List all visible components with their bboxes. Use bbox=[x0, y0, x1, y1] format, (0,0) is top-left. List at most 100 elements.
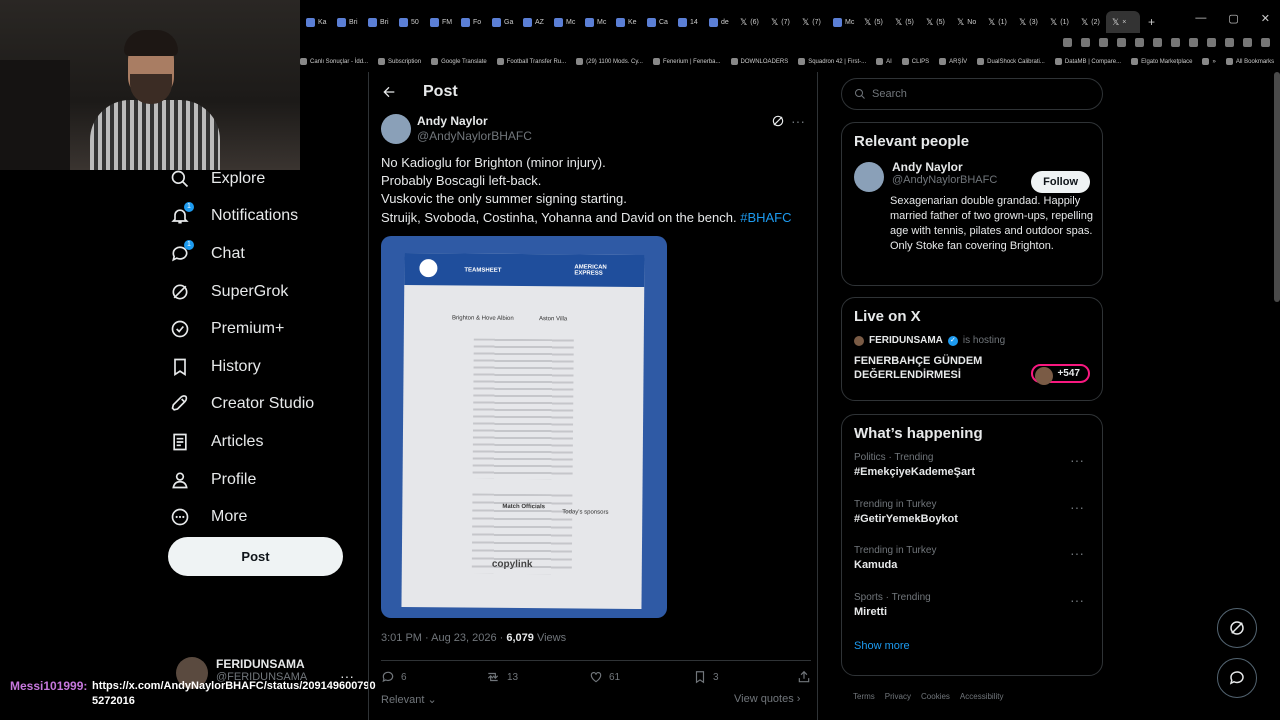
footer-link[interactable]: Privacy bbox=[885, 692, 911, 701]
extension-icon[interactable] bbox=[1243, 38, 1252, 47]
follow-button[interactable]: Follow bbox=[1031, 171, 1090, 193]
more-options-icon[interactable]: ··· bbox=[1070, 592, 1084, 608]
author-avatar[interactable] bbox=[381, 114, 411, 144]
nav-item-chat[interactable]: 1 Chat bbox=[168, 235, 358, 273]
extension-icon[interactable] bbox=[1261, 38, 1270, 47]
bookmark-button[interactable]: 3 bbox=[693, 670, 797, 684]
bookmark-item[interactable]: All Bookmarks bbox=[1226, 58, 1274, 66]
extension-icon[interactable] bbox=[1063, 38, 1072, 47]
author-handle[interactable]: @AndyNaylorBHAFC bbox=[417, 129, 532, 143]
grok-icon[interactable] bbox=[771, 114, 785, 131]
browser-tab[interactable]: Mc bbox=[579, 11, 608, 33]
search-input[interactable]: Search bbox=[841, 78, 1103, 110]
scrollbar[interactable] bbox=[1274, 72, 1280, 302]
browser-tab[interactable]: AZ bbox=[517, 11, 546, 33]
extension-icon[interactable] bbox=[1153, 38, 1162, 47]
show-more-link[interactable]: Show more bbox=[854, 640, 1090, 652]
extension-icon[interactable] bbox=[1135, 38, 1144, 47]
nav-item-articles[interactable]: Articles bbox=[168, 423, 358, 461]
browser-tab[interactable]: Ka bbox=[300, 11, 329, 33]
browser-tab[interactable]: 𝕏 (5) bbox=[920, 11, 949, 33]
browser-tab[interactable]: Bri bbox=[362, 11, 391, 33]
nav-item-profile[interactable]: Profile bbox=[168, 461, 358, 499]
bookmark-item[interactable]: Squadron 42 | First-... bbox=[798, 58, 866, 66]
bookmark-item[interactable]: AI bbox=[876, 58, 892, 66]
browser-tab[interactable]: 𝕏 (2) bbox=[1075, 11, 1104, 33]
view-quotes-link[interactable]: View quotes › bbox=[734, 693, 800, 705]
nav-item-history[interactable]: History bbox=[168, 348, 358, 386]
more-options-icon[interactable]: ··· bbox=[791, 113, 805, 129]
post-button[interactable]: Post bbox=[168, 537, 343, 576]
browser-tab[interactable]: 50 bbox=[393, 11, 422, 33]
share-button[interactable] bbox=[797, 670, 811, 684]
nav-item-creator-studio[interactable]: Creator Studio bbox=[168, 386, 358, 424]
browser-tab-active[interactable]: 𝕏 × bbox=[1106, 11, 1140, 33]
author-name[interactable]: Andy Naylor bbox=[417, 114, 488, 128]
extension-icon[interactable] bbox=[1099, 38, 1108, 47]
close-window-icon[interactable]: ✕ bbox=[1261, 12, 1270, 25]
more-options-icon[interactable]: ··· bbox=[1070, 499, 1084, 515]
extension-icon[interactable] bbox=[1117, 38, 1126, 47]
footer-link[interactable]: Terms bbox=[853, 692, 875, 701]
extension-icon[interactable] bbox=[1189, 38, 1198, 47]
more-options-icon[interactable]: ··· bbox=[1070, 545, 1084, 561]
post-image[interactable]: TEAMSHEET AMERICAN EXPRESS Brighton & Ho… bbox=[381, 236, 667, 618]
extension-icon[interactable] bbox=[1081, 38, 1090, 47]
nav-item-supergrok[interactable]: SuperGrok bbox=[168, 273, 358, 311]
trend-item[interactable]: Sports · Trending Miretti ··· bbox=[854, 592, 1090, 639]
browser-tab[interactable]: Mc bbox=[827, 11, 856, 33]
browser-tab[interactable]: 𝕏 (5) bbox=[858, 11, 887, 33]
bookmark-item[interactable]: Football Transfer Ru... bbox=[497, 58, 566, 66]
nav-item-explore[interactable]: Explore bbox=[168, 160, 358, 198]
bookmark-item[interactable]: ARŞİV bbox=[939, 58, 967, 66]
trend-item[interactable]: Trending in Turkey Kamuda ··· bbox=[854, 545, 1090, 592]
footer-link[interactable]: Cookies bbox=[921, 692, 950, 701]
bookmark-item[interactable]: DOWNLOADERS bbox=[731, 58, 789, 66]
browser-tab[interactable]: 𝕏 No bbox=[951, 11, 980, 33]
browser-tab[interactable]: 𝕏 (6) bbox=[734, 11, 763, 33]
like-button[interactable]: 61 bbox=[589, 670, 693, 684]
trend-item[interactable]: Trending in Turkey #GetirYemekBoykot ··· bbox=[854, 499, 1090, 546]
extension-icon[interactable] bbox=[1207, 38, 1216, 47]
maximize-icon[interactable]: ▢ bbox=[1228, 12, 1238, 25]
grok-fab-button[interactable] bbox=[1217, 608, 1257, 648]
bookmark-item[interactable]: Google Translate bbox=[431, 58, 487, 66]
bookmark-item[interactable]: DualShock Calibrati... bbox=[977, 58, 1045, 66]
extension-icon[interactable] bbox=[1225, 38, 1234, 47]
browser-tab[interactable]: Ga bbox=[486, 11, 515, 33]
repost-button[interactable]: 13 bbox=[485, 670, 589, 684]
browser-tab[interactable]: Mc bbox=[548, 11, 577, 33]
bookmark-item[interactable]: » bbox=[1202, 58, 1215, 66]
browser-tab[interactable]: de bbox=[703, 11, 732, 33]
live-on-x-card[interactable]: Live on X FERIDUNSAMA ✓ is hosting FENER… bbox=[841, 297, 1103, 401]
more-options-icon[interactable]: ··· bbox=[1070, 452, 1084, 468]
hashtag-link[interactable]: #BHAFC bbox=[740, 210, 791, 225]
browser-tab[interactable]: 𝕏 (1) bbox=[982, 11, 1011, 33]
browser-tab[interactable]: 𝕏 (5) bbox=[889, 11, 918, 33]
nav-item-premium[interactable]: Premium+ bbox=[168, 310, 358, 348]
bookmark-item[interactable]: Fenerium | Fenerba... bbox=[653, 58, 721, 66]
reply-button[interactable]: 6 bbox=[381, 670, 485, 684]
browser-tab[interactable]: 𝕏 (1) bbox=[1044, 11, 1073, 33]
browser-tab[interactable]: Fo bbox=[455, 11, 484, 33]
nav-item-more[interactable]: More bbox=[168, 498, 358, 536]
browser-tab[interactable]: Ca bbox=[641, 11, 670, 33]
footer-link[interactable]: Accessibility bbox=[960, 692, 1004, 701]
browser-tab[interactable]: FM bbox=[424, 11, 453, 33]
minimize-icon[interactable]: — bbox=[1195, 12, 1206, 25]
browser-tab[interactable]: 𝕏 (7) bbox=[796, 11, 825, 33]
browser-tab[interactable]: 14 bbox=[672, 11, 701, 33]
extension-icon[interactable] bbox=[1171, 38, 1180, 47]
bookmark-item[interactable]: Elgato Marketplace bbox=[1131, 58, 1192, 66]
messages-fab-button[interactable] bbox=[1217, 658, 1257, 698]
nav-item-notifications[interactable]: 1 Notifications bbox=[168, 198, 358, 236]
reply-sort-dropdown[interactable]: Relevant ⌄ bbox=[381, 693, 437, 706]
browser-tab[interactable]: 𝕏 (3) bbox=[1013, 11, 1042, 33]
bookmark-item[interactable]: Subscription bbox=[378, 58, 421, 66]
browser-tab[interactable]: Ke bbox=[610, 11, 639, 33]
bookmark-item[interactable]: DataMB | Compare... bbox=[1055, 58, 1121, 66]
browser-tab[interactable]: Bri bbox=[331, 11, 360, 33]
browser-tab[interactable]: 𝕏 (7) bbox=[765, 11, 794, 33]
trend-item[interactable]: Politics · Trending #EmekçiyeKademeŞart ··… bbox=[854, 452, 1090, 499]
bookmark-item[interactable]: Canlı Sonuçlar - İdd... bbox=[300, 58, 368, 66]
